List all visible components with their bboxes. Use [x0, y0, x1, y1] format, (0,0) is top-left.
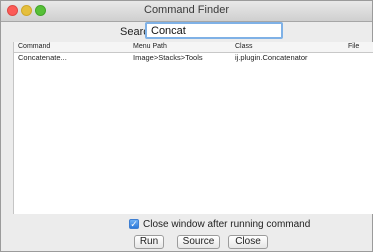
window-title: Command Finder: [144, 4, 229, 16]
column-header-menu-path[interactable]: Menu Path: [133, 43, 167, 50]
table-row[interactable]: Concatenate... Image>Stacks>Tools ij.plu…: [14, 53, 373, 63]
cell-command: Concatenate...: [18, 53, 67, 62]
title-bar: Command Finder: [1, 1, 372, 22]
column-header-command[interactable]: Command: [18, 43, 50, 50]
run-button[interactable]: Run: [134, 235, 164, 249]
command-finder-window: Command Finder Search: Command Menu Path…: [0, 0, 373, 252]
column-header-class[interactable]: Class: [235, 43, 253, 50]
close-button[interactable]: Close: [228, 235, 268, 249]
close-after-run-checkbox[interactable]: ✓: [129, 219, 139, 229]
close-after-run-label: Close window after running command: [143, 219, 311, 230]
table-header: Command Menu Path Class File: [14, 42, 373, 53]
search-input[interactable]: [145, 22, 283, 39]
cell-class: ij.plugin.Concatenator: [235, 53, 308, 62]
command-table[interactable]: Command Menu Path Class File Concatenate…: [13, 42, 373, 214]
source-button[interactable]: Source: [177, 235, 220, 249]
column-header-file[interactable]: File: [348, 43, 359, 50]
cell-menu-path: Image>Stacks>Tools: [133, 53, 203, 62]
